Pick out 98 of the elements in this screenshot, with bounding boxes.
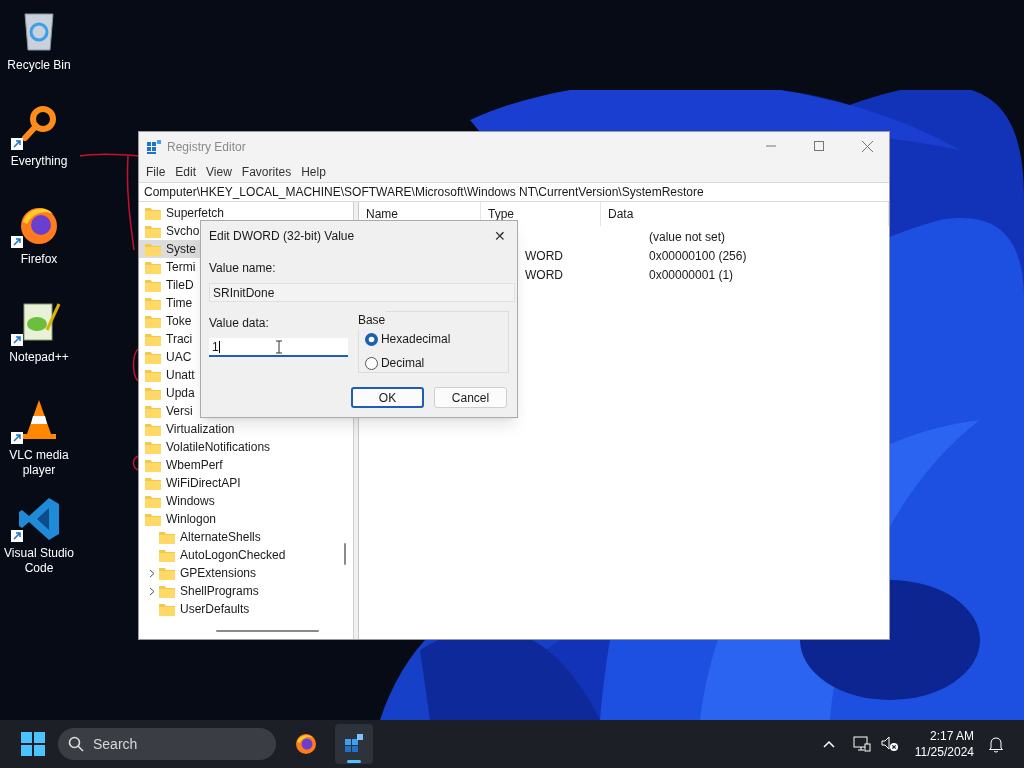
scrollbar[interactable]: [216, 630, 319, 632]
menu-item[interactable]: File: [141, 162, 171, 181]
search-field[interactable]: Search: [58, 728, 276, 760]
icon-label[interactable]: Notepad++: [0, 350, 78, 365]
tree-item[interactable]: Upda: [166, 384, 195, 402]
tree-item[interactable]: Virtualization: [166, 420, 235, 438]
tree-item[interactable]: Termi: [166, 258, 196, 276]
folder-icon: [145, 440, 161, 454]
bell-icon[interactable]: [988, 735, 1004, 753]
maximize-icon[interactable]: [814, 141, 824, 151]
folder-icon: [145, 404, 161, 418]
menu-item[interactable]: Edit: [170, 162, 202, 181]
active-indicator: [347, 760, 361, 763]
table-cell-text: WORD: [525, 247, 563, 265]
tree-item[interactable]: WbemPerf: [166, 456, 223, 474]
taskbar-app[interactable]: [335, 724, 373, 764]
folder-icon: [145, 386, 161, 400]
chevron-right-icon[interactable]: [149, 586, 155, 596]
tree-item[interactable]: WiFiDirectAPI: [166, 474, 241, 492]
icon-label[interactable]: Firefox: [0, 252, 78, 267]
scrollbar[interactable]: [344, 543, 346, 565]
folder-icon: [145, 422, 161, 436]
search-icon: [68, 736, 84, 752]
fox-globe-icon: [294, 732, 318, 756]
tree-item[interactable]: ShellPrograms: [180, 582, 259, 600]
icon-label[interactable]: Visual Studio Code: [0, 546, 78, 576]
table-cell-text: 0x00000100 (256): [648, 247, 748, 265]
close-icon[interactable]: [862, 141, 873, 152]
start-icon[interactable]: [21, 732, 45, 756]
chevron-up-icon[interactable]: [822, 740, 835, 748]
folder-icon: [159, 584, 175, 598]
dialog-title: Edit DWORD (32-bit) Value: [209, 228, 355, 245]
tree-item[interactable]: Time: [166, 294, 193, 312]
folder-icon: [145, 458, 161, 472]
tree-item[interactable]: Versi: [166, 402, 193, 420]
table-cell-text: WORD: [525, 266, 563, 284]
close-button[interactable]: ✕: [491, 229, 509, 243]
table-cell-text: (value not set): [648, 228, 727, 246]
table-cell-text: 0x00000001 (1): [648, 266, 735, 284]
folder-icon: [145, 260, 161, 274]
tree-item[interactable]: AlternateShells: [180, 528, 261, 546]
folder-icon: [145, 476, 161, 490]
tree-item[interactable]: GPExtensions: [180, 564, 257, 582]
field-label: Value data:: [209, 315, 270, 332]
tree-item[interactable]: UAC: [166, 348, 192, 366]
network-icon[interactable]: [852, 736, 871, 752]
folder-icon: [145, 350, 161, 364]
folder-icon: [159, 530, 175, 544]
tree-item[interactable]: UserDefaults: [180, 600, 250, 618]
address-bar[interactable]: Computer\HKEY_LOCAL_MACHINE\SOFTWARE\Microsoft\Windows NT\CurrentVersion\SystemRestore: [139, 182, 889, 202]
folder-icon: [145, 206, 161, 220]
tree-item[interactable]: Traci: [166, 330, 193, 348]
tree-item[interactable]: Windows: [166, 492, 215, 510]
icon-label[interactable]: VLC media player: [0, 448, 78, 478]
tree-item[interactable]: Toke: [166, 312, 192, 330]
tree-item[interactable]: Syste: [166, 240, 196, 258]
value-data-field[interactable]: 1: [209, 338, 348, 357]
folder-icon: [145, 224, 161, 238]
radio-button[interactable]: [364, 356, 378, 370]
tree-item[interactable]: Winlogon: [166, 510, 217, 528]
chevron-right-icon[interactable]: [149, 568, 155, 578]
radio-label[interactable]: Decimal: [380, 354, 425, 372]
folder-icon: [145, 512, 161, 526]
muted-speaker-icon[interactable]: [880, 736, 899, 752]
clock-time[interactable]: 2:17 AM: [929, 728, 974, 744]
folder-icon: [159, 566, 175, 580]
icon-label[interactable]: Recycle Bin: [0, 58, 78, 73]
folder-icon: [145, 368, 161, 382]
tree-item[interactable]: Svcho: [166, 222, 200, 240]
tree-item[interactable]: VolatileNotifications: [166, 438, 271, 456]
menu-item[interactable]: Favorites: [236, 162, 297, 181]
folder-icon: [145, 278, 161, 292]
tree-item[interactable]: TileD: [166, 276, 194, 294]
folder-icon: [145, 296, 161, 310]
radio-button[interactable]: [364, 332, 378, 346]
folder-icon: [145, 242, 161, 256]
tree-item[interactable]: Unatt: [166, 366, 195, 384]
group-label: Base: [356, 311, 387, 329]
folder-icon: [159, 602, 175, 616]
cancel-button[interactable]: Cancel: [434, 387, 507, 408]
folder-icon: [145, 494, 161, 508]
icon-label[interactable]: Everything: [0, 154, 78, 169]
code-ribbon-icon[interactable]: [17, 496, 61, 542]
folder-icon: [145, 314, 161, 328]
tree-item[interactable]: Superfetch: [166, 204, 225, 222]
menu-item[interactable]: View: [201, 162, 237, 181]
tree-item[interactable]: AutoLogonChecked: [180, 546, 286, 564]
clock-date[interactable]: 11/25/2024: [914, 744, 974, 760]
radio-label[interactable]: Hexadecimal: [380, 330, 451, 348]
folder-icon: [159, 548, 175, 562]
field-label: Value name:: [209, 260, 277, 277]
window-title: Registry Editor: [167, 138, 246, 156]
menu-item[interactable]: Help: [296, 162, 331, 181]
ok-button[interactable]: OK: [351, 387, 424, 408]
value-name-field[interactable]: SRInitDone: [209, 283, 515, 302]
folder-icon: [145, 332, 161, 346]
registry-icon: [146, 138, 162, 155]
text-cursor-icon: [275, 339, 282, 354]
